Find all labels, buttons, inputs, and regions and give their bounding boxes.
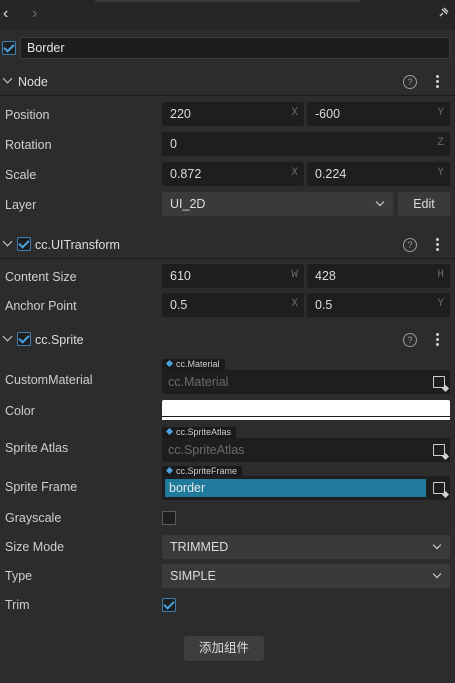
layer-select[interactable]: UI_2D (162, 192, 393, 216)
chevron-down-icon (432, 569, 442, 579)
position-y-value: -600 (315, 107, 341, 121)
axis-z-label: Z (437, 137, 444, 149)
grayscale-label: Grayscale (5, 511, 62, 525)
forward-arrow-icon[interactable]: › (32, 6, 37, 22)
axis-y-label: Y (437, 107, 444, 119)
color-swatch[interactable] (162, 400, 450, 420)
asset-picker-icon[interactable] (433, 444, 445, 456)
content-size-height-input[interactable]: 428 H (307, 264, 450, 288)
anchor-y-input[interactable]: 0.5 Y (307, 293, 450, 317)
custom-material-field[interactable]: cc.Material (162, 370, 450, 394)
rotation-z-value: 0 (170, 137, 177, 151)
help-icon[interactable]: ? (403, 238, 417, 252)
content-size-width-value: 610 (170, 269, 191, 283)
back-arrow-icon[interactable]: ‹ (3, 6, 8, 22)
layer-label: Layer (5, 198, 37, 212)
scale-x-value: 0.872 (170, 167, 202, 181)
axis-y-label: Y (437, 298, 444, 310)
color-label: Color (5, 404, 35, 418)
size-mode-label: Size Mode (5, 540, 65, 554)
sprite-atlas-field[interactable]: cc.SpriteAtlas (162, 438, 450, 462)
section-title: cc.Sprite (35, 333, 84, 347)
content-size-width-input[interactable]: 610 W (162, 264, 304, 288)
section-title: Node (18, 75, 48, 89)
axis-x-label: X (291, 298, 298, 310)
sprite-atlas-placeholder: cc.SpriteAtlas (168, 443, 245, 457)
custom-material-label: CustomMaterial (5, 373, 93, 387)
pin-icon[interactable] (439, 7, 449, 17)
kebab-menu-icon[interactable] (436, 75, 439, 89)
asset-picker-icon[interactable] (433, 376, 445, 388)
uitransform-enabled-checkbox[interactable] (17, 237, 31, 251)
content-size-height-value: 428 (315, 269, 336, 283)
rotation-label: Rotation (5, 138, 52, 152)
scale-y-input[interactable]: 0.224 Y (307, 162, 450, 186)
trim-checkbox[interactable] (162, 598, 176, 612)
anchor-y-value: 0.5 (315, 298, 333, 312)
scale-x-input[interactable]: 0.872 X (162, 162, 304, 186)
node-active-checkbox[interactable] (2, 41, 16, 55)
chevron-down-icon (432, 540, 442, 550)
anchor-x-value: 0.5 (170, 298, 188, 312)
chevron-down-icon[interactable] (2, 236, 13, 247)
add-component-button[interactable]: 添加组件 (184, 636, 264, 661)
alpha-bar (162, 416, 450, 420)
kebab-menu-icon[interactable] (436, 333, 439, 347)
axis-x-label: X (291, 107, 298, 119)
rotation-z-input[interactable]: 0 Z (162, 132, 450, 156)
sprite-atlas-label: Sprite Atlas (5, 441, 69, 455)
asset-type-tag: cc.SpriteAtlas (162, 427, 237, 438)
position-x-input[interactable]: 220 X (162, 102, 304, 126)
axis-h-label: H (437, 269, 444, 281)
size-mode-value: TRIMMED (170, 540, 229, 554)
sprite-frame-field[interactable]: border (162, 476, 450, 500)
help-icon[interactable]: ? (403, 75, 417, 89)
position-x-value: 220 (170, 107, 191, 121)
asset-type-tag: cc.Material (162, 359, 225, 370)
axis-w-label: W (291, 269, 298, 281)
section-node-header[interactable]: Node ? (0, 68, 455, 96)
asset-picker-icon[interactable] (433, 482, 445, 494)
content-size-label: Content Size (5, 270, 77, 284)
anchor-point-label: Anchor Point (5, 299, 77, 313)
type-label: Type (5, 569, 33, 583)
scale-label: Scale (5, 168, 37, 182)
layer-value: UI_2D (170, 197, 206, 211)
axis-x-label: X (291, 167, 298, 179)
sprite-frame-label: Sprite Frame (5, 480, 78, 494)
section-sprite-header[interactable]: cc.Sprite ? (0, 326, 455, 354)
scale-y-value: 0.224 (315, 167, 347, 181)
kebab-menu-icon[interactable] (436, 238, 439, 252)
position-label: Position (5, 108, 50, 122)
axis-y-label: Y (437, 167, 444, 179)
chevron-down-icon (375, 197, 385, 207)
sprite-enabled-checkbox[interactable] (17, 332, 31, 346)
section-title: cc.UITransform (35, 238, 120, 252)
tab-indicator (95, 0, 360, 2)
size-mode-select[interactable]: TRIMMED (162, 535, 450, 559)
custom-material-placeholder: cc.Material (168, 375, 229, 389)
grayscale-checkbox[interactable] (162, 511, 176, 525)
chevron-down-icon[interactable] (2, 331, 13, 342)
layer-edit-button[interactable]: Edit (398, 192, 450, 216)
trim-label: Trim (5, 598, 30, 612)
type-value: SIMPLE (170, 569, 216, 583)
help-icon[interactable]: ? (403, 333, 417, 347)
position-y-input[interactable]: -600 Y (307, 102, 450, 126)
sprite-frame-value: border (165, 479, 426, 497)
type-select[interactable]: SIMPLE (162, 564, 450, 588)
node-name-input[interactable]: Border (20, 37, 450, 59)
section-uitransform-header[interactable]: cc.UITransform ? (0, 231, 455, 259)
toolbar: ‹ › (0, 0, 455, 30)
anchor-x-input[interactable]: 0.5 X (162, 293, 304, 317)
chevron-down-icon[interactable] (2, 73, 13, 84)
